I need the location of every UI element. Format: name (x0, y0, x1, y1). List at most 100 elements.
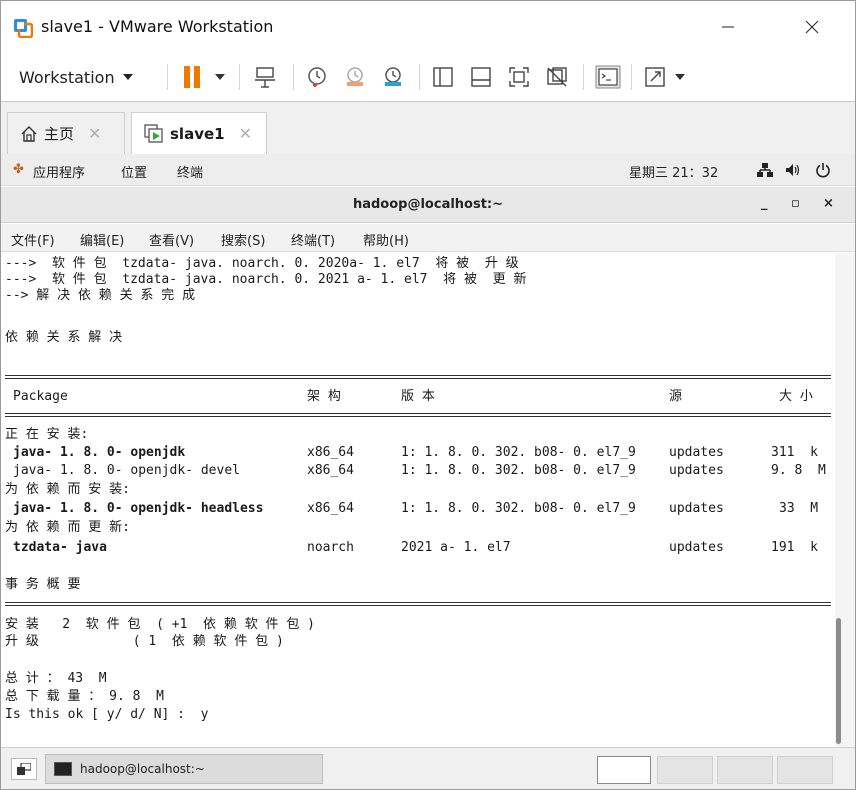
package-arch: noarch (307, 540, 354, 555)
power-icon[interactable] (815, 162, 831, 178)
terminal-minimize-button[interactable]: _ (761, 196, 768, 211)
guest-top-panel: ✤ 应用程序 位置 终端 星期三 21：32 (1, 154, 855, 186)
workstation-label: Workstation (19, 67, 115, 87)
close-tab-icon[interactable]: ✕ (239, 124, 252, 143)
snapshot-icon (308, 67, 326, 87)
show-desktop-button[interactable] (11, 758, 37, 780)
network-icon[interactable] (757, 163, 773, 177)
workspace-1[interactable] (597, 756, 651, 784)
terminal-title: hadoop@localhost:~ (352, 197, 504, 212)
maximize-button-area[interactable] (714, 9, 762, 45)
show-thumbnail-bar-button[interactable] (467, 63, 495, 91)
package-size: 9. 8 M (771, 463, 826, 478)
show-library-button[interactable] (429, 63, 457, 91)
package-repo: updates (669, 540, 724, 555)
console-view-button[interactable] (593, 63, 623, 91)
revert-snapshot-icon (347, 67, 363, 86)
revert-snapshot-button[interactable] (341, 63, 369, 91)
toolbar-divider (419, 64, 420, 90)
stretch-guest-button[interactable] (641, 63, 669, 91)
terminal-icon (54, 762, 72, 776)
summary-double-rule (5, 602, 831, 606)
scrollbar-thumb[interactable] (836, 618, 841, 744)
snapshot-manager-button[interactable] (379, 63, 407, 91)
power-dropdown-button[interactable] (213, 63, 227, 91)
package-version: 1: 1. 8. 0. 302. b08- 0. el7_9 (401, 463, 636, 478)
package-version: 1: 1. 8. 0. 302. b08- 0. el7_9 (401, 501, 636, 516)
table-double-rule (5, 375, 831, 379)
menu-file[interactable]: 文件(F) (11, 230, 55, 249)
stretch-icon (645, 67, 665, 87)
unity-disabled-icon (547, 67, 567, 87)
close-icon (805, 20, 819, 34)
chevron-down-icon (215, 74, 225, 80)
home-icon (21, 125, 37, 142)
terminal-menubar: 文件(F) 编辑(E) 查看(V) 搜索(S) 终端(T) 帮助(H) (1, 224, 855, 252)
terminal-line: 依 赖 关 系 解 决 (5, 330, 123, 345)
package-name: java- 1. 8. 0- openjdk (13, 445, 186, 460)
menu-edit[interactable]: 编辑(E) (80, 230, 124, 249)
volume-icon[interactable] (785, 163, 801, 177)
prompt-line: Is this ok [ y/ d/ N] : y (5, 707, 209, 722)
places-menu[interactable]: 位置 (121, 162, 147, 181)
close-button[interactable] (788, 9, 836, 45)
workstation-menu-button[interactable]: Workstation (19, 63, 133, 91)
menu-view[interactable]: 查看(V) (149, 230, 194, 249)
full-screen-button[interactable] (505, 63, 533, 91)
taskbar-terminal-item[interactable]: hadoop@localhost:~ (45, 754, 323, 784)
window-title: slave1 - VMware Workstation (41, 17, 274, 36)
tab-bar: 主页 ✕ slave1 ✕ (1, 102, 855, 154)
menu-help[interactable]: 帮助(H) (363, 230, 409, 249)
package-repo: updates (669, 445, 724, 460)
title-bar: slave1 - VMware Workstation (1, 1, 855, 53)
clock[interactable]: 星期三 21：32 (629, 162, 718, 181)
menu-search[interactable]: 搜索(S) (221, 230, 265, 249)
vm-running-icon (144, 123, 163, 143)
status-bar: hadoop@localhost:~ (1, 747, 855, 789)
package-name: tzdata- java (13, 540, 107, 555)
package-arch: x86_64 (307, 463, 354, 478)
section-heading: 为 依 赖 而 更 新: (5, 520, 130, 535)
applications-menu[interactable]: 应用程序 (33, 162, 85, 181)
summary-line: 升 级 ( 1 依 赖 软 件 包 ) (5, 634, 284, 649)
chevron-down-icon (675, 74, 685, 80)
thumbnail-bar-icon (471, 67, 491, 87)
terminal-line: --> 解 决 依 赖 关 系 完 成 (5, 288, 196, 303)
take-snapshot-button[interactable] (303, 63, 331, 91)
package-size: 33 M (779, 501, 819, 516)
console-icon (595, 65, 621, 89)
suspend-button[interactable] (179, 63, 205, 91)
package-version: 2021 a- 1. el7 (401, 540, 511, 555)
menu-terminal[interactable]: 终端(T) (291, 230, 335, 249)
table-double-rule (5, 413, 831, 417)
terminal-menu[interactable]: 终端 (177, 162, 203, 181)
terminal-line: ---> 软 件 包 tzdata- java. noarch. 0. 2020… (5, 256, 519, 271)
tab-slave1[interactable]: slave1 ✕ (131, 112, 267, 154)
tab-home[interactable]: 主页 ✕ (7, 112, 125, 154)
workspace-4[interactable] (777, 756, 833, 784)
pause-icon (184, 66, 190, 88)
keyboard-send-icon (255, 67, 275, 88)
package-arch: x86_64 (307, 445, 354, 460)
terminal-close-button[interactable]: × (823, 196, 834, 211)
full-screen-icon (509, 67, 529, 87)
workspace-2[interactable] (657, 756, 713, 784)
package-arch: x86_64 (307, 501, 354, 516)
send-ctrl-alt-del-button[interactable] (251, 63, 279, 91)
toolbar-divider (167, 64, 168, 90)
package-name: java- 1. 8. 0- openjdk- headless (13, 501, 264, 516)
unity-button[interactable] (543, 63, 571, 91)
summary-line: 安 装 2 软 件 包 ( +1 依 赖 软 件 包 ) (5, 617, 316, 632)
table-header-arch: 架 构 (307, 389, 341, 404)
vmware-logo-icon (14, 19, 33, 38)
table-header-size: 大 小 (779, 389, 813, 404)
section-heading: 为 依 赖 而 安 装: (5, 482, 130, 497)
workspace-3[interactable] (717, 756, 773, 784)
table-header-version: 版 本 (401, 389, 435, 404)
terminal-title-bar: hadoop@localhost:~ _ ▫ × (1, 187, 855, 223)
terminal-output[interactable]: ---> 软 件 包 tzdata- java. noarch. 0. 2020… (1, 253, 835, 747)
terminal-maximize-button[interactable]: ▫ (791, 196, 800, 211)
close-tab-icon[interactable]: ✕ (88, 124, 101, 143)
stretch-dropdown-button[interactable] (673, 63, 687, 91)
library-icon (433, 67, 453, 87)
